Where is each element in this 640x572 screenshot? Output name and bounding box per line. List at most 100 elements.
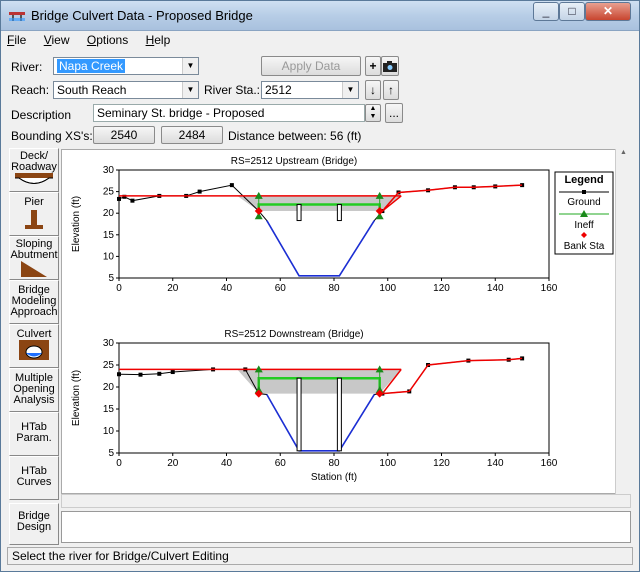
- pier: [336, 377, 342, 452]
- abutment-icon: [21, 261, 47, 277]
- sidebar-label: Culvert: [16, 328, 52, 340]
- camera-icon[interactable]: [381, 56, 399, 76]
- bridge-modeling-approach-button[interactable]: Bridge Modeling Approach: [9, 280, 59, 324]
- y-axis-label: Elevation (ft): [71, 196, 82, 252]
- y-tick-label: 20: [103, 382, 115, 393]
- x-tick-label: 140: [487, 283, 504, 294]
- chart-title: RS=2512 Upstream (Bridge): [231, 156, 357, 167]
- apply-data-button[interactable]: Apply Data: [261, 56, 361, 76]
- ground-point: [117, 372, 121, 377]
- river-sta-value: 2512: [265, 83, 292, 97]
- maximize-button[interactable]: □: [559, 2, 585, 21]
- menu-view[interactable]: View: [44, 33, 70, 47]
- sloping-abutment-button[interactable]: Sloping Abutment: [9, 236, 59, 280]
- window-title: Bridge Culvert Data - Proposed Bridge: [31, 8, 253, 23]
- minimize-button[interactable]: _: [533, 2, 559, 21]
- chevron-down-icon[interactable]: ▼: [182, 58, 198, 74]
- sidebar-label: HTab Param.: [16, 421, 52, 444]
- menu-options[interactable]: Options: [87, 33, 128, 47]
- chevron-down-icon[interactable]: ▼: [182, 82, 198, 98]
- chevron-down-icon[interactable]: ▼: [342, 82, 358, 98]
- x-tick-label: 0: [116, 283, 122, 294]
- river-sta-select[interactable]: 2512 ▼: [261, 81, 359, 99]
- plot-area: RS=2512 Upstream (Bridge) 5 10 15 20 25 30 0 20 4…: [61, 149, 631, 494]
- sidebar-label: Multiple Opening Analysis: [13, 372, 55, 406]
- y-tick-label: 25: [103, 187, 115, 198]
- x-tick-label: 80: [328, 283, 340, 294]
- distance-text: Distance between: 56 (ft): [228, 129, 362, 143]
- x-tick-label: 80: [328, 458, 340, 469]
- sidebar-label: Sloping Abutment: [10, 238, 58, 261]
- sidebar-label: Bridge Design: [16, 510, 52, 533]
- ground-point: [197, 189, 202, 194]
- ineffective-fill: [237, 369, 402, 394]
- y-axis-label: Elevation (ft): [71, 370, 82, 426]
- y-tick-label: 30: [103, 165, 115, 176]
- river-select[interactable]: Napa Creek ▼: [53, 57, 199, 75]
- pier: [296, 204, 302, 222]
- description-label: Description: [11, 108, 72, 122]
- x-tick-label: 140: [487, 458, 504, 469]
- sidebar-label: Bridge Modeling Approach: [10, 284, 58, 318]
- bounding-label: Bounding XS's:: [11, 129, 93, 143]
- ground-point: [117, 196, 121, 201]
- menu-help[interactable]: Help: [146, 33, 171, 47]
- close-button[interactable]: ✕: [585, 2, 631, 21]
- notes-field[interactable]: [61, 511, 631, 543]
- river-sta-label: River Sta.:: [204, 83, 261, 97]
- bridge-culvert-window: Bridge Culvert Data - Proposed Bridge _ …: [0, 0, 640, 572]
- arrow-down-button[interactable]: ↓: [365, 80, 381, 100]
- description-field[interactable]: Seminary St. bridge - Proposed: [93, 104, 365, 122]
- reach-label: Reach:: [11, 83, 50, 97]
- reach-value: South Reach: [57, 83, 127, 97]
- menu-file[interactable]: File: [7, 33, 26, 47]
- culvert-icon: [19, 340, 49, 360]
- status-bar: Select the river for Bridge/Culvert Edit…: [7, 547, 633, 565]
- y-tick-label: 20: [103, 208, 115, 219]
- ground-point: [138, 372, 143, 377]
- scroll-up-arrow[interactable]: ▲: [616, 149, 631, 163]
- legend-ground-label: Ground: [567, 197, 600, 208]
- x-tick-label: 60: [275, 458, 287, 469]
- x-tick-label: 160: [541, 458, 558, 469]
- x-axis-label: Station (ft): [311, 472, 357, 483]
- y-tick-label: 5: [108, 273, 114, 284]
- horizontal-scrollbar[interactable]: [61, 494, 631, 508]
- y-tick-label: 30: [103, 338, 115, 349]
- htab-curves-button[interactable]: HTab Curves: [9, 456, 59, 500]
- y-tick-label: 25: [103, 360, 115, 371]
- description-scroll[interactable]: ▲ ▼: [365, 104, 381, 122]
- pier: [296, 377, 302, 452]
- title-bar: Bridge Culvert Data - Proposed Bridge _ …: [1, 1, 639, 31]
- bounding-ds-button[interactable]: 2484: [161, 126, 223, 144]
- sidebar-label: HTab Curves: [16, 465, 52, 488]
- ground-point: [229, 183, 234, 188]
- x-tick-label: 40: [221, 458, 233, 469]
- y-tick-label: 10: [103, 251, 115, 262]
- x-tick-label: 100: [379, 458, 396, 469]
- deck-roadway-icon: [15, 173, 53, 184]
- add-button[interactable]: +: [365, 56, 381, 76]
- arrow-up-button[interactable]: ↑: [383, 80, 399, 100]
- legend-ground-marker: [582, 190, 586, 194]
- reach-select[interactable]: South Reach ▼: [53, 81, 199, 99]
- bridge-app-icon: [9, 12, 25, 21]
- pier-button[interactable]: Pier: [9, 192, 59, 236]
- sidebar-label: Deck/ Roadway: [11, 150, 57, 173]
- ground-point: [170, 370, 175, 375]
- river-label: River:: [11, 60, 43, 74]
- bounding-us-button[interactable]: 2540: [93, 126, 155, 144]
- bridge-design-button[interactable]: Bridge Design: [9, 503, 59, 545]
- vertical-scrollbar[interactable]: ▲: [615, 149, 631, 494]
- x-tick-label: 120: [433, 458, 450, 469]
- ground-point: [157, 371, 162, 376]
- y-tick-label: 15: [103, 230, 115, 241]
- multiple-opening-analysis-button[interactable]: Multiple Opening Analysis: [9, 368, 59, 412]
- deck-roadway-button[interactable]: Deck/ Roadway: [9, 148, 59, 192]
- y-tick-label: 5: [108, 448, 114, 459]
- legend-bank-label: Bank Sta: [564, 241, 605, 252]
- culvert-button[interactable]: Culvert: [9, 324, 59, 368]
- description-more-button[interactable]: ...: [385, 103, 403, 123]
- cross-section-plot: RS=2512 Upstream (Bridge) 5 10 15 20 25 30 0 20 4…: [71, 156, 614, 483]
- htab-param-button[interactable]: HTab Param.: [9, 412, 59, 456]
